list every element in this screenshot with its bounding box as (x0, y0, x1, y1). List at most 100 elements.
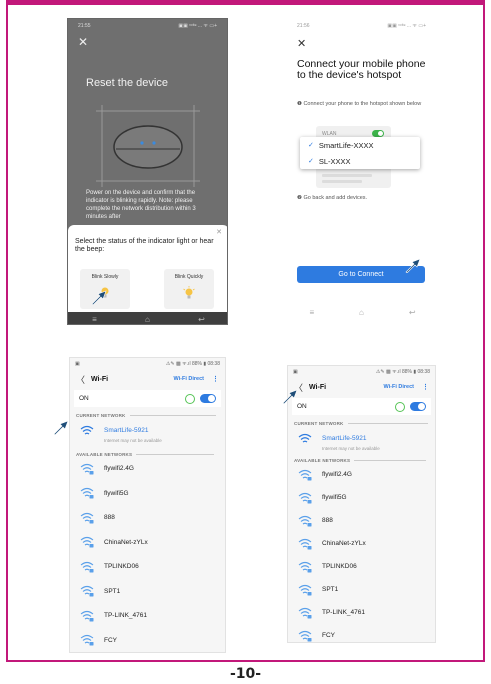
available-network-item[interactable]: SPT1 (294, 579, 431, 600)
close-icon[interactable]: ✕ (78, 36, 88, 48)
more-options-icon[interactable]: ⋮ (212, 375, 219, 383)
locked-wifi-icon (80, 487, 94, 499)
close-icon[interactable]: ✕ (297, 39, 306, 50)
wifi-toggle[interactable] (410, 402, 426, 411)
current-network-item[interactable]: SmartLife-5921 Internet may not be avail… (294, 428, 431, 451)
available-network-item[interactable]: flywifi5G (294, 487, 431, 508)
back-nav-icon[interactable]: ↩ (409, 308, 416, 317)
network-name: TPLINKD06 (322, 563, 357, 570)
check-icon: ✓ (308, 158, 314, 165)
network-name: flywifi5G (322, 494, 347, 501)
network-name: SL-XXXX (318, 156, 351, 166)
network-name: SmartLife-XXXX (318, 140, 374, 150)
hotspot-network-item[interactable]: ✓ SL-XXXX (300, 153, 420, 169)
status-bar: 21:55 ▣▣ ᵛᵒˡᵗᵉ ... ᯤ ▭+ (68, 19, 227, 33)
locked-wifi-icon (80, 634, 94, 646)
reset-device-screen: 21:55 ▣▣ ᵛᵒˡᵗᵉ ... ᯤ ▭+ ✕ Reset the devi… (67, 18, 228, 325)
section-label-text: AVAILABLE NETWORKS (294, 458, 351, 463)
available-network-item[interactable]: TP-LINK_4761 (294, 602, 431, 623)
back-nav-icon[interactable]: ↩ (198, 315, 205, 324)
back-arrow-icon[interactable]: 〈 (76, 373, 85, 386)
locked-wifi-icon (80, 610, 94, 621)
locked-wifi-icon (298, 561, 312, 572)
hotspot-network-item[interactable]: ✓ SmartLife-XXXX (300, 137, 420, 153)
menu-nav-icon[interactable]: ≡ (92, 315, 97, 324)
locked-wifi-icon (298, 515, 312, 526)
device-illustration-icon (96, 105, 200, 187)
navigation-bar: ≡ ⌂ ↩ (68, 312, 227, 324)
wifi-header: 〈 Wi-Fi Wi-Fi Direct ⋮ (288, 378, 435, 396)
locked-wifi-icon (80, 536, 94, 548)
status-time: 21:56 (297, 23, 310, 29)
network-status: Internet may not be available (104, 437, 162, 443)
available-network-item[interactable]: TPLINKD06 (76, 556, 221, 577)
network-name: TP-LINK_4761 (104, 612, 147, 619)
placeholder-line (322, 180, 362, 183)
hotspot-network-popup: ✓ SmartLife-XXXX ✓ SL-XXXX (300, 137, 420, 169)
available-network-item[interactable]: 888 (294, 510, 431, 531)
network-name: ChinaNet-zYLx (104, 538, 148, 546)
available-network-item[interactable]: flywifi5G (76, 483, 221, 504)
network-name: FCY (322, 632, 335, 639)
current-network-label: CURRENT NETWORK (294, 421, 428, 426)
network-name: 888 (104, 514, 115, 521)
pointer-arrow-icon (91, 290, 107, 305)
sheet-close-icon[interactable]: ✕ (216, 228, 222, 236)
locked-wifi-icon (80, 585, 94, 597)
wifi-toggle[interactable] (200, 394, 216, 403)
section-label-text: CURRENT NETWORK (294, 421, 344, 426)
network-name: flywifi2.4G (322, 471, 352, 478)
network-name: ChinaNet-zYLx (322, 540, 366, 547)
available-network-item[interactable]: ChinaNet-zYLx (294, 533, 431, 554)
current-network-label: CURRENT NETWORK (76, 413, 216, 418)
current-network-item[interactable]: SmartLife-5921 Internet may not be avail… (76, 420, 221, 443)
bulb-icon (183, 286, 195, 299)
check-icon: ✓ (308, 142, 314, 149)
pointer-arrow-icon (405, 258, 421, 273)
network-name: SmartLife-5921 (104, 426, 149, 434)
wifi-title: Wi-Fi (309, 383, 327, 391)
wifi-direct-button[interactable]: Wi-Fi Direct (383, 384, 414, 390)
available-networks-label: AVAILABLE NETWORKS (76, 452, 215, 457)
status-right: ⚠✎ ▩ ᯤ.ıl 88% ▮ 08:38 (375, 369, 430, 375)
available-network-item[interactable]: SPT1 (76, 581, 221, 602)
available-network-item[interactable]: TPLINKD06 (294, 556, 431, 577)
locked-wifi-icon (80, 512, 94, 523)
home-nav-icon[interactable]: ⌂ (359, 308, 364, 317)
page-number: -10- (229, 666, 262, 682)
scan-ring-icon (185, 393, 195, 404)
locked-wifi-icon (298, 584, 312, 595)
locked-wifi-icon (298, 492, 312, 503)
placeholder-line (322, 174, 372, 177)
network-name: SPT1 (104, 587, 121, 595)
status-bar: ▣ ⚠✎ ▩ ᯤ.ıl 88% ▮ 08:38 (288, 366, 435, 378)
reset-description: Power on the device and confirm that the… (86, 190, 196, 220)
navigation-bar: ≡ ⌂ ↩ (287, 305, 436, 319)
wifi-direct-button[interactable]: Wi-Fi Direct (173, 376, 204, 382)
available-network-item[interactable]: FCY (76, 630, 221, 651)
available-network-item[interactable]: ChinaNet-zYLx (76, 532, 221, 553)
network-name: flywifi5G (104, 489, 129, 497)
option-label: Blink Quickly (174, 274, 204, 280)
available-network-item[interactable]: FCY (294, 625, 431, 642)
available-network-item[interactable]: flywifi2.4G (294, 464, 431, 485)
locked-wifi-icon (298, 630, 312, 641)
wifi-settings-screen: ▣ ⚠✎ ▩ ᯤ.ıl 88% ▮ 08:38 〈 Wi-Fi Wi-Fi Di… (69, 357, 226, 653)
locked-wifi-icon (298, 469, 312, 480)
status-left: ▣ (75, 361, 80, 367)
network-name: FCY (104, 636, 117, 644)
hotspot-title: Connect your mobile phone to the device'… (297, 58, 426, 81)
on-label: ON (79, 395, 89, 402)
more-options-icon[interactable]: ⋮ (422, 383, 429, 391)
available-network-item[interactable]: TP-LINK_4761 (76, 605, 221, 626)
hotspot-instruction: ❶ Connect your phone to the hotspot show… (297, 101, 422, 107)
available-network-item[interactable]: flywifi2.4G (76, 458, 221, 479)
menu-nav-icon[interactable]: ≡ (309, 308, 314, 317)
status-right: ⚠✎ ▩ ᯤ.ıl 88% ▮ 08:38 (165, 361, 220, 367)
home-nav-icon[interactable]: ⌂ (145, 315, 150, 324)
available-network-item[interactable]: 888 (76, 507, 221, 528)
indicator-question: Select the status of the indicator light… (75, 238, 214, 253)
wlan-toggle (372, 130, 384, 137)
blink-quickly-option[interactable]: Blink Quickly (164, 269, 214, 309)
locked-wifi-icon (80, 463, 94, 474)
